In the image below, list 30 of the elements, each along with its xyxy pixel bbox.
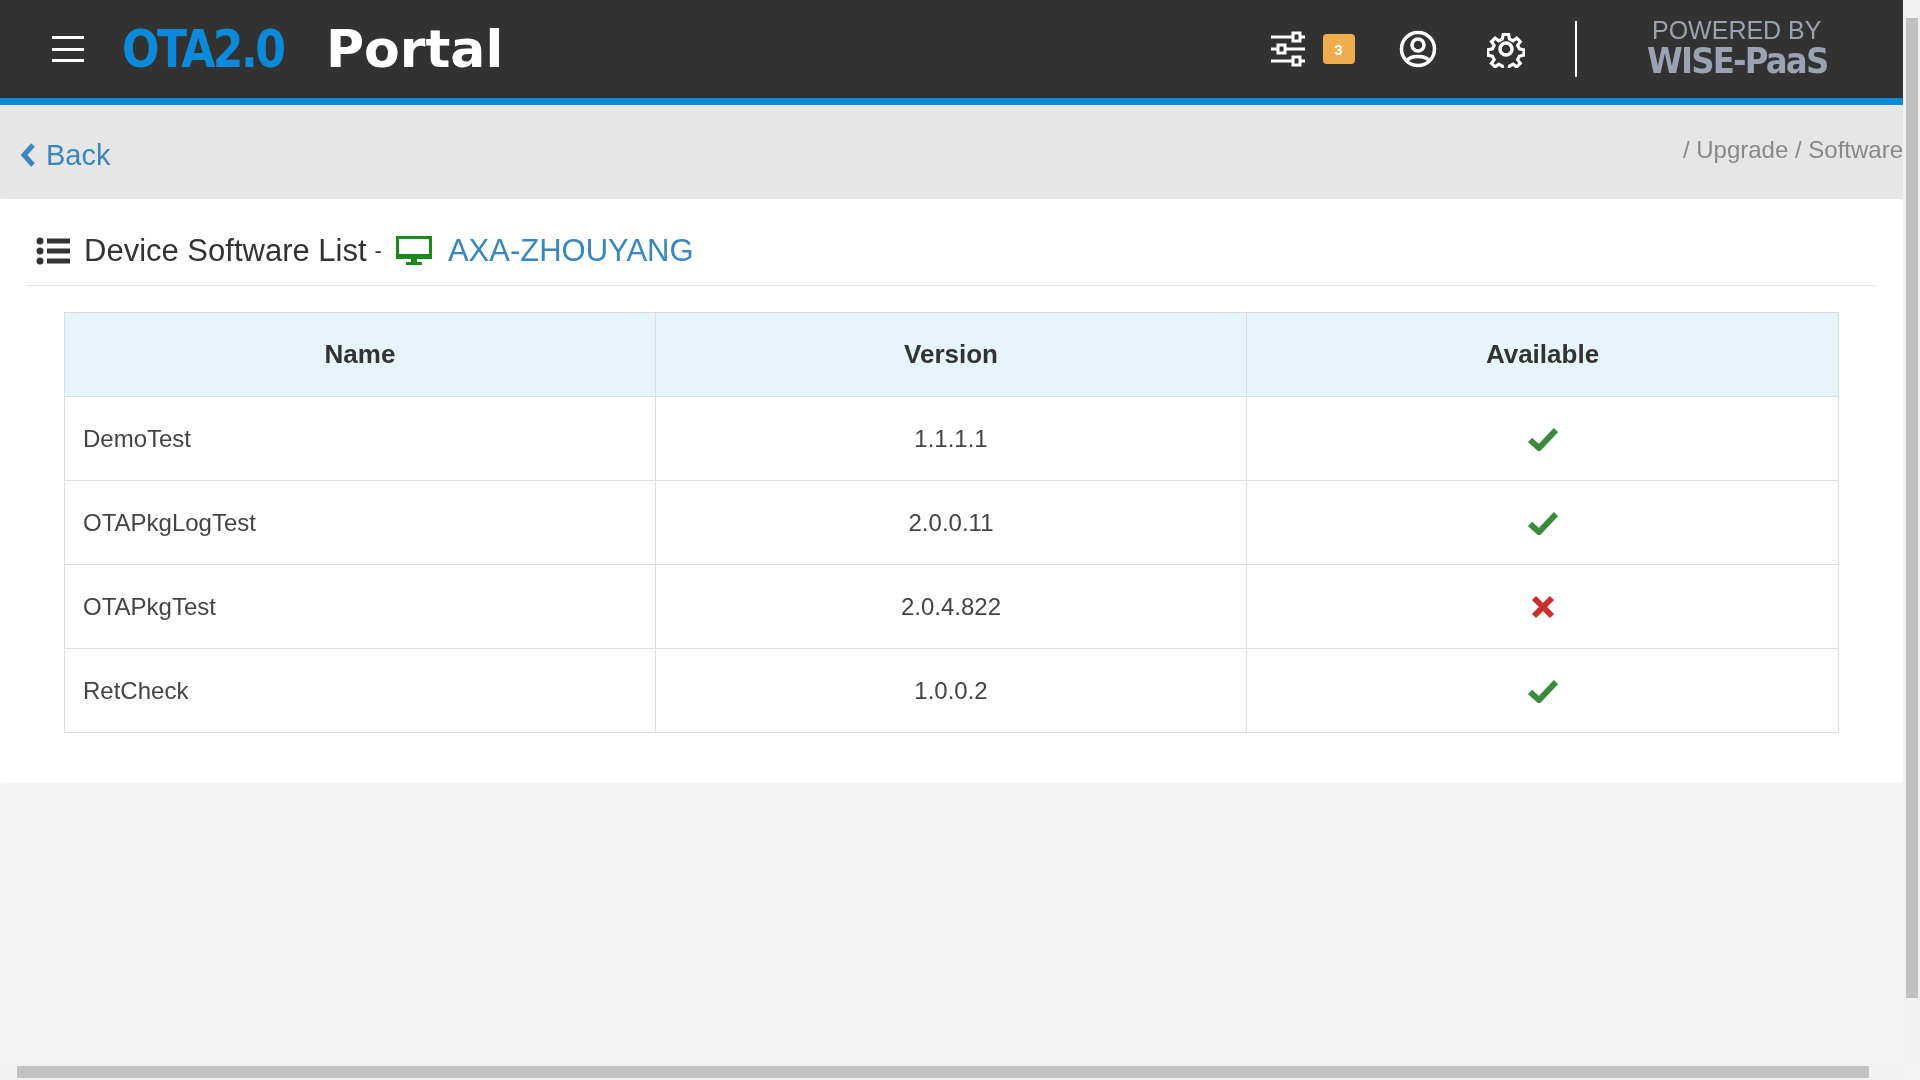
device-name-link[interactable]: AXA-ZHOUYANG	[447, 233, 694, 269]
table-cell: DemoTest	[65, 396, 656, 480]
logo-text: Portal	[326, 19, 504, 79]
powered-by-logo: POWERED BY WISE-PaaS	[1645, 18, 1828, 80]
table-cell: RetCheck	[65, 648, 656, 732]
settings-icon[interactable]	[1486, 30, 1525, 68]
table-cell: 2.0.0.11	[656, 480, 1247, 564]
table-cell: 2.0.4.822	[656, 564, 1247, 648]
panel-title: Device Software List	[84, 233, 367, 269]
column-header: Version	[656, 313, 1247, 396]
table-cell: OTAPkgLogTest	[65, 480, 656, 564]
user-icon[interactable]	[1398, 30, 1437, 68]
chevron-left-icon	[20, 142, 36, 168]
column-header: Name	[65, 313, 656, 396]
table-cell: OTAPkgTest	[65, 564, 656, 648]
check-icon	[1527, 510, 1558, 535]
check-icon	[1527, 678, 1558, 703]
monitor-icon	[395, 236, 432, 266]
table-cell: 1.0.0.2	[656, 648, 1247, 732]
check-icon	[1527, 426, 1558, 451]
filter-sliders-icon[interactable]	[1270, 31, 1305, 67]
notification-badge: 3	[1322, 34, 1355, 64]
back-link[interactable]: Back	[20, 138, 111, 172]
breadcrumb: / Upgrade / Software	[1682, 136, 1903, 164]
cross-icon	[1530, 594, 1555, 619]
logo-accent: OTA2.0	[122, 19, 284, 79]
title-separator: -	[374, 238, 382, 264]
column-header: Available	[1247, 313, 1838, 396]
list-icon	[36, 237, 70, 265]
table-cell: 1.1.1.1	[656, 396, 1247, 480]
